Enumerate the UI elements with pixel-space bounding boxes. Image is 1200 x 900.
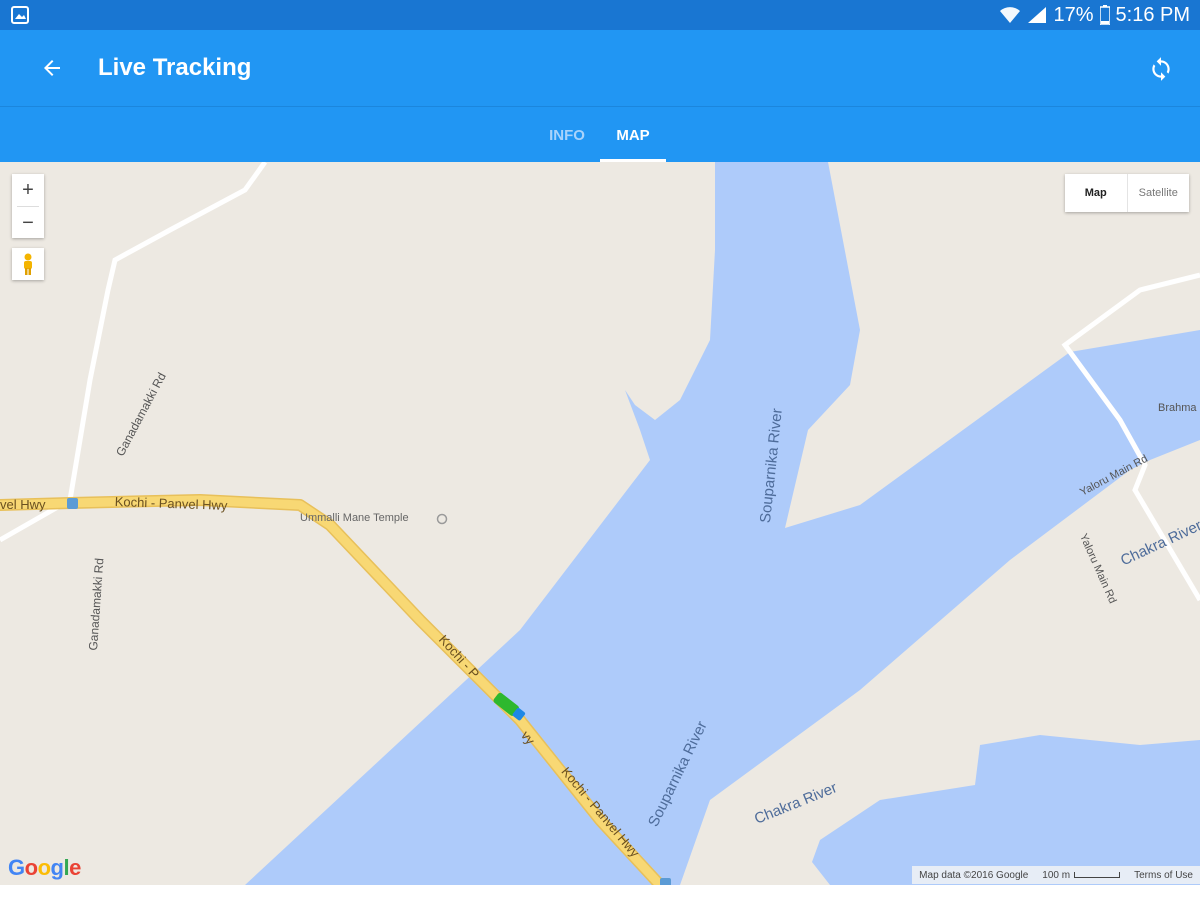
highway-label: vel Hwy — [0, 497, 46, 512]
app-bar: Live Tracking — [0, 30, 1200, 106]
tab-bar: INFO MAP — [0, 106, 1200, 162]
page-title: Live Tracking — [98, 54, 252, 81]
map-type-map-button[interactable]: Map — [1065, 174, 1128, 212]
gallery-icon — [11, 6, 29, 24]
google-logo: Google — [8, 855, 81, 880]
status-indicators: 17% 5:16 PM — [999, 0, 1190, 30]
scale-text: 100 m — [1042, 869, 1071, 881]
battery-icon — [1099, 5, 1110, 25]
bay-water — [812, 735, 1200, 885]
terms-of-use-link[interactable]: Terms of Use — [1127, 870, 1200, 881]
arrow-left-icon — [44, 60, 60, 76]
place-label: Brahma — [1158, 402, 1197, 414]
map-view[interactable]: Ganadamakki Rd Ganadamakki Rd vel Hwy Ko… — [0, 162, 1200, 885]
map-type-selector: Map Satellite — [1065, 174, 1189, 212]
refresh-icon — [1152, 57, 1170, 81]
highway-shield-icon-2 — [660, 878, 671, 885]
refresh-button[interactable] — [1144, 52, 1178, 86]
bottom-strip — [0, 885, 1200, 900]
status-bar: 17% 5:16 PM — [0, 0, 1200, 30]
highway-shield-icon — [67, 498, 78, 509]
wifi-icon — [1000, 7, 1021, 23]
temple-icon — [436, 513, 448, 525]
zoom-controls: + − — [12, 174, 44, 238]
zoom-in-button[interactable]: + — [12, 174, 44, 206]
scale-bar — [1074, 871, 1121, 878]
map-data-text: Map data ©2016 Google — [919, 869, 1029, 881]
tab-map[interactable]: MAP — [600, 107, 666, 163]
temple-label: Ummalli Mane Temple — [300, 512, 409, 524]
battery-level: 17% — [1053, 3, 1094, 26]
signal-icon — [1028, 7, 1047, 23]
pegman-icon — [24, 253, 32, 275]
zoom-out-button[interactable]: − — [12, 207, 44, 239]
map-attribution: Map data ©2016 Google 100 m Terms of Use — [912, 866, 1200, 884]
map-canvas — [0, 162, 1200, 885]
street-view-button[interactable] — [12, 248, 44, 280]
scale-indicator: 100 m — [1035, 870, 1127, 881]
clock: 5:16 PM — [1115, 3, 1190, 26]
tab-info[interactable]: INFO — [535, 107, 599, 163]
back-button[interactable] — [36, 52, 68, 84]
map-type-satellite-button[interactable]: Satellite — [1128, 174, 1190, 212]
